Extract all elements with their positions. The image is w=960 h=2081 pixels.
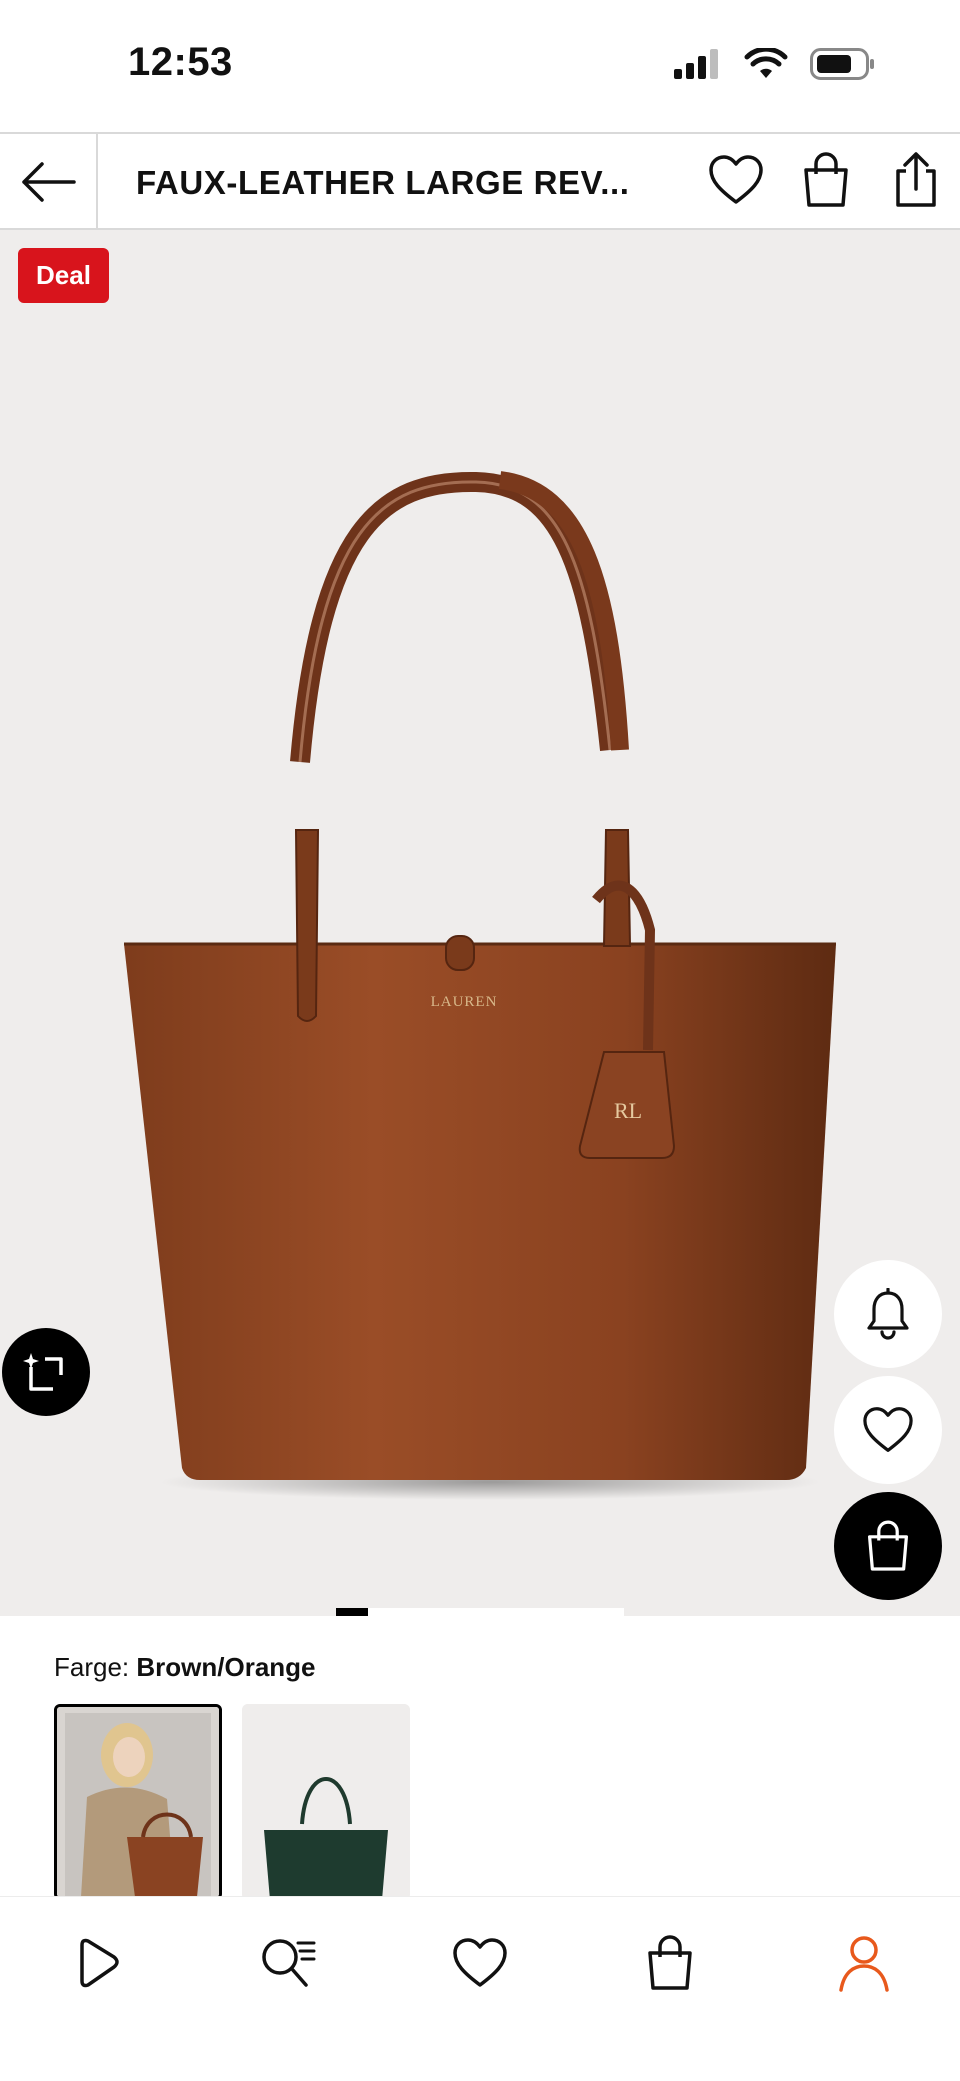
search-list-icon [262,1939,316,1987]
play-icon [80,1938,119,1988]
color-option-brown-orange[interactable] [54,1704,222,1900]
cart-button[interactable] [796,150,856,210]
heart-icon [709,155,763,204]
notify-button[interactable] [834,1260,942,1368]
tag-logo: RL [614,1098,642,1123]
nav-profile[interactable] [824,1923,904,2003]
status-time: 12:53 [128,40,233,84]
wifi-icon [744,48,788,78]
bag-icon [648,1935,692,1990]
color-thumbnail-image [57,1707,219,1897]
color-selector: Farge: Brown/Orange [0,1616,960,1900]
share-icon [896,152,936,207]
product-image: LAUREN RL [124,471,836,1500]
wishlist-button[interactable] [706,150,766,210]
back-button[interactable] [0,134,98,230]
visual-search-button[interactable] [2,1328,90,1416]
add-to-cart-button[interactable] [834,1492,942,1600]
arrow-left-icon [22,162,76,202]
shopping-bag-icon [804,152,848,207]
nav-home[interactable] [56,1923,136,2003]
heart-icon [863,1407,913,1452]
bell-icon [867,1288,909,1340]
color-value: Brown/Orange [136,1652,316,1682]
bottom-navigation [0,1896,960,2081]
signal-icon [674,49,718,79]
gallery-pager [336,1608,624,1616]
floating-wishlist-button[interactable] [834,1376,942,1484]
shopping-bag-icon [867,1520,909,1571]
user-icon [839,1936,889,1992]
bag-logo: LAUREN [431,994,498,1010]
battery-icon [810,48,874,80]
pager-active-indicator [336,1608,368,1616]
color-option-green[interactable] [242,1704,410,1900]
deal-badge: Deal [18,248,109,303]
color-thumbnail-image [242,1704,410,1900]
header-actions [706,150,946,210]
color-label: Farge: Brown/Orange [54,1652,316,1683]
status-icons [674,48,876,80]
heart-icon [453,1938,507,1987]
status-bar: 12:53 [0,0,960,132]
page-title: FAUX-LEATHER LARGE REV... [136,164,630,201]
nav-wishlist[interactable] [440,1923,520,2003]
product-image-gallery[interactable]: LAUREN RL Deal [0,230,960,1616]
color-label-text: Farge: [54,1652,130,1682]
nav-cart[interactable] [630,1923,710,2003]
product-header: FAUX-LEATHER LARGE REV... [0,132,960,230]
nav-search[interactable] [248,1923,328,2003]
visual-search-icon [23,1353,63,1391]
share-button[interactable] [886,150,946,210]
